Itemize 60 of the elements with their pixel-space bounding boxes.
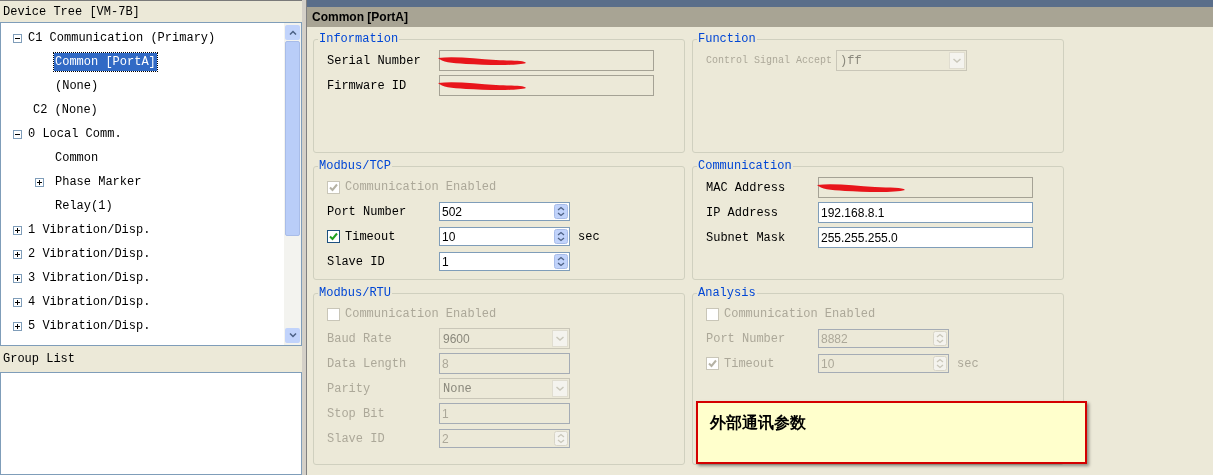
text-field[interactable]	[439, 75, 654, 96]
tree-item[interactable]: Relay(1)	[54, 197, 114, 215]
field-label: Subnet Mask	[706, 229, 786, 247]
content-title: Common [PortA]	[312, 9, 408, 26]
expand-icon[interactable]	[35, 177, 44, 187]
spin-arrows-icon[interactable]	[554, 204, 568, 219]
unit-label: sec	[578, 228, 600, 246]
expand-icon[interactable]	[13, 297, 22, 307]
checkbox-label: Communication Enabled	[724, 306, 876, 323]
checkbox-label: Communication Enabled	[345, 179, 497, 196]
spin-arrows-icon[interactable]	[554, 254, 568, 269]
checkbox[interactable]	[327, 230, 340, 243]
spin-field[interactable]: 1	[439, 252, 570, 271]
spin-field[interactable]: 10	[439, 227, 570, 246]
tree-item[interactable]: Phase Marker	[54, 173, 143, 191]
field-label: Slave ID	[327, 430, 385, 448]
spin-field[interactable]: 502	[439, 202, 570, 221]
field-label: Slave ID	[327, 253, 385, 271]
collapse-icon[interactable]	[13, 129, 22, 139]
tree-item[interactable]: 1 Vibration/Disp.	[27, 221, 152, 239]
tree-item[interactable]: Common	[54, 149, 100, 167]
field-label: Port Number	[327, 203, 407, 221]
spin-arrows-icon[interactable]	[554, 229, 568, 244]
text-field[interactable]	[439, 50, 654, 71]
tree-item[interactable]: C1 Communication (Primary)	[27, 29, 217, 47]
field-label: Port Number	[706, 330, 786, 348]
group-title: Analysis	[697, 286, 757, 300]
field-label: Stop Bit	[327, 405, 385, 423]
field-label: Firmware ID	[327, 77, 407, 95]
field-label: Parity	[327, 380, 371, 398]
tree-item[interactable]: 5 Vibration/Disp.	[27, 317, 152, 335]
checkbox-label: Communication Enabled	[345, 306, 497, 323]
field-label: Serial Number	[327, 52, 421, 70]
scrollbar[interactable]	[284, 23, 301, 345]
field-label: MAC Address	[706, 179, 786, 197]
expand-icon[interactable]	[13, 225, 22, 235]
tree-item[interactable]: Common [PortA]	[54, 53, 157, 71]
tree-item[interactable]: 2 Vibration/Disp.	[27, 245, 152, 263]
tree-item[interactable]: 4 Vibration/Disp.	[27, 293, 152, 311]
field-label: Data Length	[327, 355, 407, 373]
collapse-icon[interactable]	[13, 33, 22, 43]
field-label: Control Signal Accept	[706, 54, 833, 68]
panel-title: Group List	[3, 351, 75, 368]
note-text: 外部通讯参数	[710, 413, 806, 432]
text-field[interactable]: 255.255.255.0	[818, 227, 1033, 248]
tree-item[interactable]: (None)	[54, 77, 100, 95]
expand-icon[interactable]	[13, 273, 22, 283]
field-label: IP Address	[706, 204, 778, 222]
field-label: Baud Rate	[327, 330, 392, 348]
field-label: Timeout	[345, 228, 396, 246]
text-field[interactable]: 192.168.8.1	[818, 202, 1033, 223]
expand-icon[interactable]	[13, 249, 22, 259]
tree-item[interactable]: 3 Vibration/Disp.	[27, 269, 152, 287]
unit-label: sec	[957, 355, 979, 373]
panel-title: Device Tree [VM-7B]	[3, 3, 140, 21]
tree-item[interactable]: C2 (None)	[32, 101, 99, 119]
tree-item[interactable]: 0 Local Comm.	[27, 125, 123, 143]
text-field[interactable]	[818, 177, 1033, 198]
field-label: Timeout	[724, 355, 775, 373]
expand-icon[interactable]	[13, 321, 22, 331]
